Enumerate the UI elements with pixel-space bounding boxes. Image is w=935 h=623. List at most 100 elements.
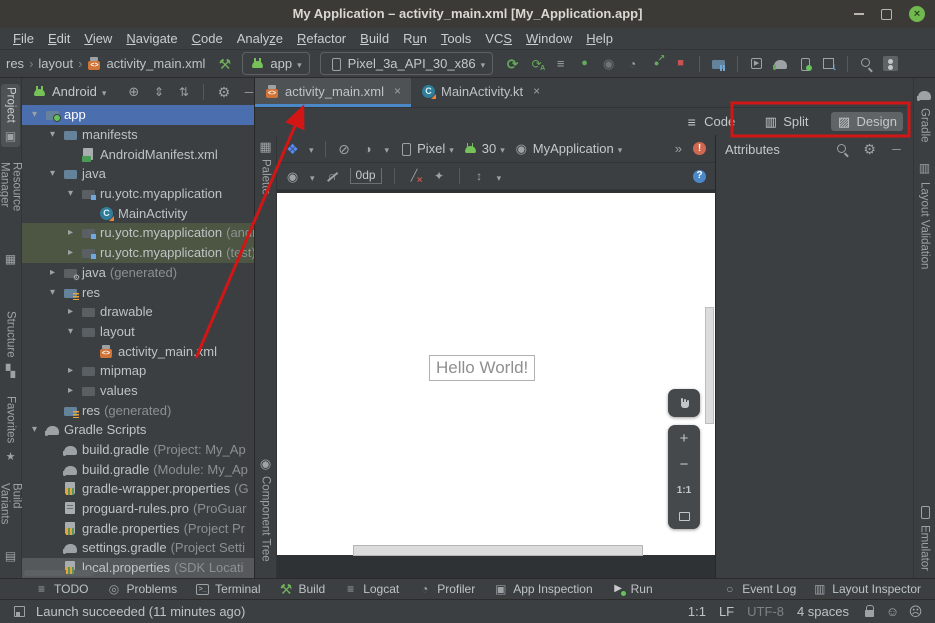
settings-icon[interactable] [216, 84, 231, 99]
zoom-to-fit-button[interactable] [668, 503, 700, 529]
tree-item-res-generated[interactable]: res(generated) [22, 400, 254, 420]
indent-setting[interactable]: 4 spaces [797, 604, 849, 619]
pack-icon[interactable] [472, 169, 487, 184]
tree-item-ru-yotc-myapplication[interactable]: ▾ru.yotc.myapplication [22, 184, 254, 204]
clear-constraints-icon[interactable] [407, 169, 422, 184]
apply-code-changes-icon[interactable] [553, 56, 568, 71]
tree-item-gradle-properties-project-pr[interactable]: gradle.properties(Project Pr [22, 518, 254, 538]
device-file-explorer-icon[interactable] [711, 56, 726, 71]
tree-item-app[interactable]: ▾app [22, 105, 254, 125]
stripe-gradle[interactable]: Gradle [915, 84, 934, 146]
sdk-manager-icon[interactable] [821, 56, 836, 71]
hide-icon[interactable] [241, 84, 255, 99]
tree-item-values[interactable]: ▸values [22, 381, 254, 401]
tree-chevron-icon[interactable]: ▾ [64, 188, 77, 199]
tree-item-build-gradle-project-my-ap[interactable]: build.gradle(Project: My_Ap [22, 440, 254, 460]
build-hammer-icon[interactable] [217, 56, 232, 71]
toolwindow-layout-inspector[interactable]: Layout Inspector [812, 582, 921, 597]
tree-chevron-icon[interactable]: ▸ [46, 267, 59, 278]
menu-tools[interactable]: Tools [434, 31, 478, 46]
tree-chevron-icon[interactable]: ▸ [64, 227, 77, 238]
tree-chevron-icon[interactable]: ▸ [64, 385, 77, 396]
menu-help[interactable]: Help [579, 31, 620, 46]
profile-icon[interactable] [601, 56, 616, 71]
user-avatar-icon[interactable] [883, 56, 898, 71]
toolwindow-toggle-icon[interactable] [12, 604, 27, 619]
canvas-hscrollbar[interactable] [353, 545, 643, 556]
tree-item-layout[interactable]: ▾layout [22, 322, 254, 342]
toolwindow-build[interactable]: Build [279, 582, 326, 597]
tree-item-gradle-scripts[interactable]: ▾Gradle Scripts [22, 420, 254, 440]
device-manager-icon[interactable] [797, 56, 812, 71]
component-tree-tab[interactable]: Component Tree [258, 456, 273, 562]
attributes-search-icon[interactable] [835, 142, 850, 157]
breadcrumb-res[interactable]: res [6, 56, 24, 71]
toolwindow-app-inspection[interactable]: App Inspection [493, 582, 592, 597]
tree-item-gradle-wrapper-properties-g[interactable]: gradle-wrapper.properties(G [22, 479, 254, 499]
attributes-settings-icon[interactable] [862, 142, 877, 157]
locate-icon[interactable] [126, 84, 141, 99]
menu-run[interactable]: Run [396, 31, 434, 46]
textview-hello-world[interactable]: Hello World! [429, 355, 535, 381]
mode-code-button[interactable]: Code [678, 112, 741, 131]
breadcrumb-layout[interactable]: layout [38, 56, 73, 71]
tree-item-drawable[interactable]: ▸drawable [22, 302, 254, 322]
infer-constraints-icon[interactable] [432, 169, 447, 184]
project-hscrollbar[interactable] [24, 570, 94, 576]
tree-item-build-gradle-module-my-ap[interactable]: build.gradle(Module: My_Ap [22, 459, 254, 479]
restore-button[interactable] [881, 9, 892, 20]
toolwindow-event-log[interactable]: Event Log [722, 582, 796, 597]
tree-item-androidmanifest-xml[interactable]: AndroidManifest.xml [22, 144, 254, 164]
stripe-build-variants[interactable]: Build Variants [0, 480, 25, 566]
tree-chevron-icon[interactable]: ▾ [64, 326, 77, 337]
tab-activity-main-xml[interactable]: activity_main.xml× [255, 78, 411, 107]
run-icon[interactable] [505, 56, 520, 71]
toolwindow-profiler[interactable]: Profiler [417, 582, 475, 597]
device-select[interactable]: Pixel_3a_API_30_x86 [320, 52, 493, 75]
menu-window[interactable]: Window [519, 31, 579, 46]
tree-item-settings-gradle-project-setti[interactable]: settings.gradle(Project Setti [22, 538, 254, 558]
warning-icon[interactable] [692, 141, 707, 156]
view-options-icon[interactable] [285, 169, 300, 184]
toolwindow-todo[interactable]: TODO [34, 582, 88, 597]
close-icon[interactable]: × [533, 84, 540, 98]
menu-vcs[interactable]: VCS [478, 31, 519, 46]
debug-icon[interactable] [577, 56, 592, 71]
minimize-button[interactable] [854, 13, 864, 15]
stop-icon[interactable] [673, 56, 688, 71]
collapse-all-icon[interactable] [176, 84, 191, 99]
tree-item-mainactivity[interactable]: MainActivity [22, 203, 254, 223]
menu-file[interactable]: File [6, 31, 41, 46]
menu-refactor[interactable]: Refactor [290, 31, 353, 46]
sad-face-icon[interactable] [908, 604, 923, 619]
mode-split-button[interactable]: Split [757, 112, 814, 131]
gradle-sync-icon[interactable] [773, 56, 788, 71]
toolwindow-run[interactable]: Run [611, 582, 653, 597]
default-margin-button[interactable]: 0dp [350, 168, 382, 184]
tree-chevron-icon[interactable]: ▸ [64, 306, 77, 317]
stripe-structure[interactable]: Structure [1, 308, 20, 382]
happy-face-icon[interactable] [885, 604, 900, 619]
theme-picker[interactable]: MyApplication [514, 141, 622, 156]
tree-chevron-icon[interactable]: ▾ [46, 168, 59, 179]
menu-build[interactable]: Build [353, 31, 396, 46]
menu-view[interactable]: View [77, 31, 119, 46]
caret-position[interactable]: 1:1 [688, 604, 706, 619]
apply-changes-icon[interactable] [529, 56, 544, 71]
tree-chevron-icon[interactable]: ▸ [64, 247, 77, 258]
tree-chevron-icon[interactable]: ▾ [28, 424, 41, 435]
api-picker[interactable]: 30 [463, 141, 505, 156]
tab-mainactivity-kt[interactable]: MainActivity.kt× [411, 78, 550, 107]
search-everywhere-icon[interactable] [859, 56, 874, 71]
device-picker[interactable]: Pixel [398, 141, 454, 156]
tree-item-ru-yotc-myapplication-test[interactable]: ▸ru.yotc.myapplication(test) [22, 243, 254, 263]
stripe-resource-manager[interactable]: Resource Manager [0, 159, 25, 270]
stripe-favorites[interactable]: Favorites [1, 393, 20, 467]
attributes-hide-icon[interactable] [889, 142, 904, 157]
zoom-in-button[interactable]: + [668, 425, 700, 451]
tree-item-java[interactable]: ▾java [22, 164, 254, 184]
menu-edit[interactable]: Edit [41, 31, 77, 46]
lock-icon[interactable] [862, 604, 877, 619]
autoconnect-off-icon[interactable] [325, 169, 340, 184]
canvas-vscrollbar[interactable] [705, 307, 714, 424]
